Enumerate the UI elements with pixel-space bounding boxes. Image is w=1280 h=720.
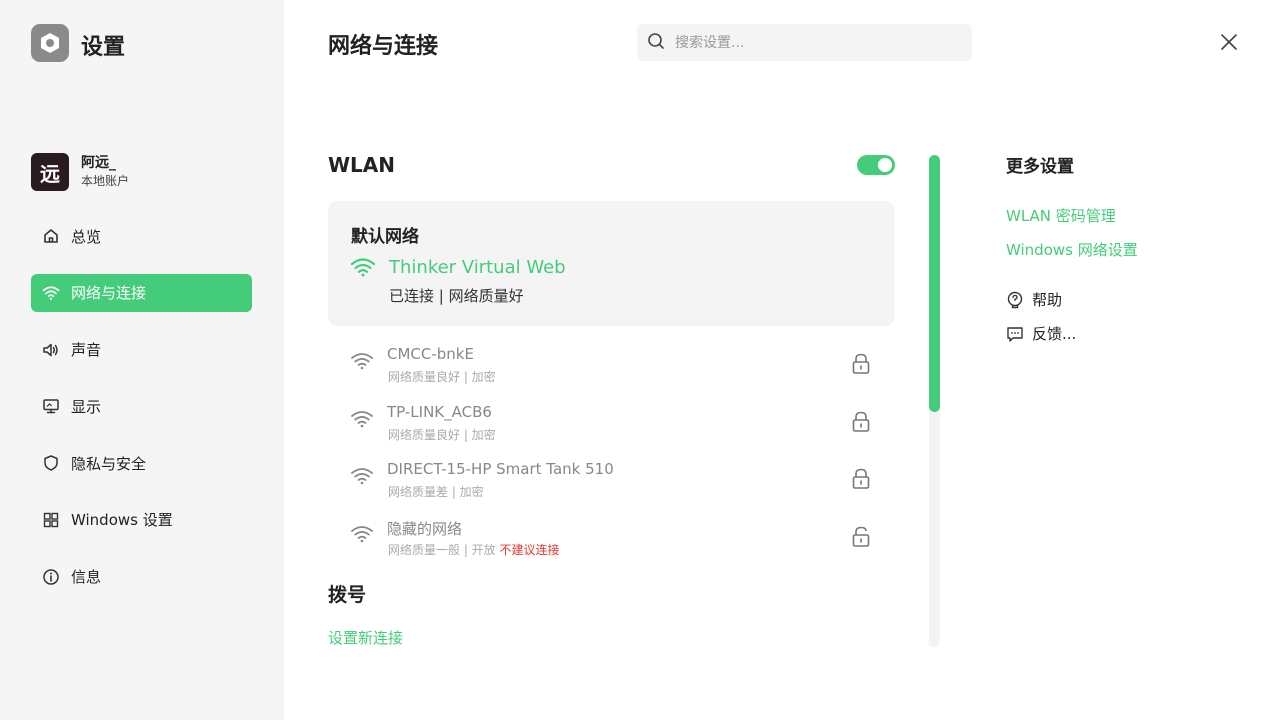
sidebar-item-label: Windows 设置 — [71, 511, 173, 530]
speaker-icon — [41, 340, 61, 360]
scrollbar[interactable] — [929, 155, 940, 647]
network-ssid: CMCC-bnkE — [387, 345, 474, 363]
wlan-section-title: WLAN — [328, 153, 396, 177]
lock-icon — [850, 410, 872, 434]
monitor-icon — [41, 396, 61, 416]
feedback-icon — [1006, 325, 1024, 343]
new-connection-link[interactable]: 设置新连接 — [328, 627, 403, 648]
network-status: 网络质量差 | 加密 — [388, 485, 484, 500]
more-settings-title: 更多设置 — [1006, 157, 1074, 177]
help-label: 帮助 — [1032, 291, 1063, 309]
user-account-type: 本地账户 — [81, 174, 130, 188]
toggle-knob — [878, 158, 892, 172]
wifi-icon — [350, 524, 374, 544]
search-input[interactable] — [675, 34, 955, 51]
network-item[interactable]: DIRECT-15-HP Smart Tank 510 网络质量差 | 加密 — [328, 455, 895, 513]
wifi-icon — [350, 257, 376, 277]
network-item[interactable]: TP-LINK_ACB6 网络质量良好 | 加密 — [328, 398, 895, 456]
sidebar-item-label: 隐私与安全 — [71, 454, 147, 473]
default-network-ssid: Thinker Virtual Web — [389, 257, 566, 278]
unlock-icon — [850, 525, 872, 549]
network-ssid: DIRECT-15-HP Smart Tank 510 — [387, 460, 614, 479]
wifi-icon — [41, 283, 61, 303]
windows-icon — [41, 510, 61, 530]
sidebar-item-label: 声音 — [71, 341, 102, 360]
sidebar-item-privacy[interactable]: 隐私与安全 — [31, 444, 252, 482]
wifi-icon — [350, 466, 374, 486]
default-network-card[interactable]: 默认网络 Thinker Virtual Web 已连接 | 网络质量好 — [328, 201, 895, 326]
feedback-link[interactable]: 反馈... — [1006, 323, 1076, 344]
sidebar: 设置 远 阿远_ 本地账户 总览 网络与连接 声音 显示 隐私与安全 Windo… — [0, 0, 284, 720]
sidebar-item-info[interactable]: 信息 — [31, 558, 252, 596]
sidebar-item-label: 信息 — [71, 568, 102, 587]
network-list: CMCC-bnkE 网络质量良好 | 加密 TP-LINK_ACB6 网络质量良… — [328, 340, 895, 571]
search-box[interactable] — [637, 24, 972, 61]
sidebar-item-label: 网络与连接 — [71, 284, 147, 303]
lock-icon — [850, 467, 872, 491]
network-item[interactable]: 隐藏的网络 网络质量一般 | 开放 不建议连接 — [328, 513, 895, 571]
sidebar-item-label: 显示 — [71, 397, 102, 416]
default-network-status: 已连接 | 网络质量好 — [389, 287, 524, 305]
wifi-icon — [350, 409, 374, 429]
page-title: 网络与连接 — [328, 34, 439, 59]
settings-app-icon — [31, 24, 69, 62]
help-icon — [1006, 291, 1024, 309]
sidebar-item-display[interactable]: 显示 — [31, 387, 252, 425]
feedback-label: 反馈... — [1032, 325, 1077, 343]
home-icon — [41, 226, 61, 246]
close-icon — [1221, 34, 1237, 50]
help-link[interactable]: 帮助 — [1006, 289, 1062, 310]
wlan-toggle[interactable] — [857, 155, 895, 175]
sidebar-item-network[interactable]: 网络与连接 — [31, 273, 252, 312]
network-warning: 不建议连接 — [499, 543, 560, 558]
wlan-password-link[interactable]: WLAN 密码管理 — [1006, 205, 1116, 226]
sidebar-item-sound[interactable]: 声音 — [31, 331, 252, 369]
wifi-icon — [350, 351, 374, 371]
lock-icon — [850, 352, 872, 376]
avatar: 远 — [31, 153, 69, 191]
info-icon — [41, 567, 61, 587]
user-name: 阿远_ — [81, 155, 116, 171]
scrollbar-thumb[interactable] — [929, 155, 940, 412]
network-status: 网络质量良好 | 加密 — [388, 370, 496, 384]
sidebar-item-overview[interactable]: 总览 — [31, 217, 252, 255]
sidebar-item-windows[interactable]: Windows 设置 — [31, 501, 252, 539]
windows-network-settings-link[interactable]: Windows 网络设置 — [1006, 239, 1138, 260]
network-ssid: 隐藏的网络 — [387, 520, 463, 539]
network-status: 网络质量一般 | 开放 不建议连接 — [388, 543, 560, 558]
network-ssid: TP-LINK_ACB6 — [387, 402, 492, 421]
network-status: 网络质量良好 | 加密 — [388, 427, 496, 442]
search-icon — [647, 32, 665, 54]
dial-section-title: 拨号 — [328, 584, 367, 606]
network-item[interactable]: CMCC-bnkE 网络质量良好 | 加密 — [328, 340, 895, 398]
close-button[interactable] — [1218, 31, 1240, 53]
sidebar-nav: 总览 网络与连接 声音 显示 隐私与安全 Windows 设置 信息 — [31, 217, 252, 615]
shield-icon — [41, 453, 61, 473]
user-account[interactable]: 远 阿远_ 本地账户 — [31, 152, 129, 192]
app-title: 设置 — [81, 35, 126, 60]
sidebar-item-label: 总览 — [71, 227, 102, 246]
default-network-label: 默认网络 — [351, 227, 419, 247]
